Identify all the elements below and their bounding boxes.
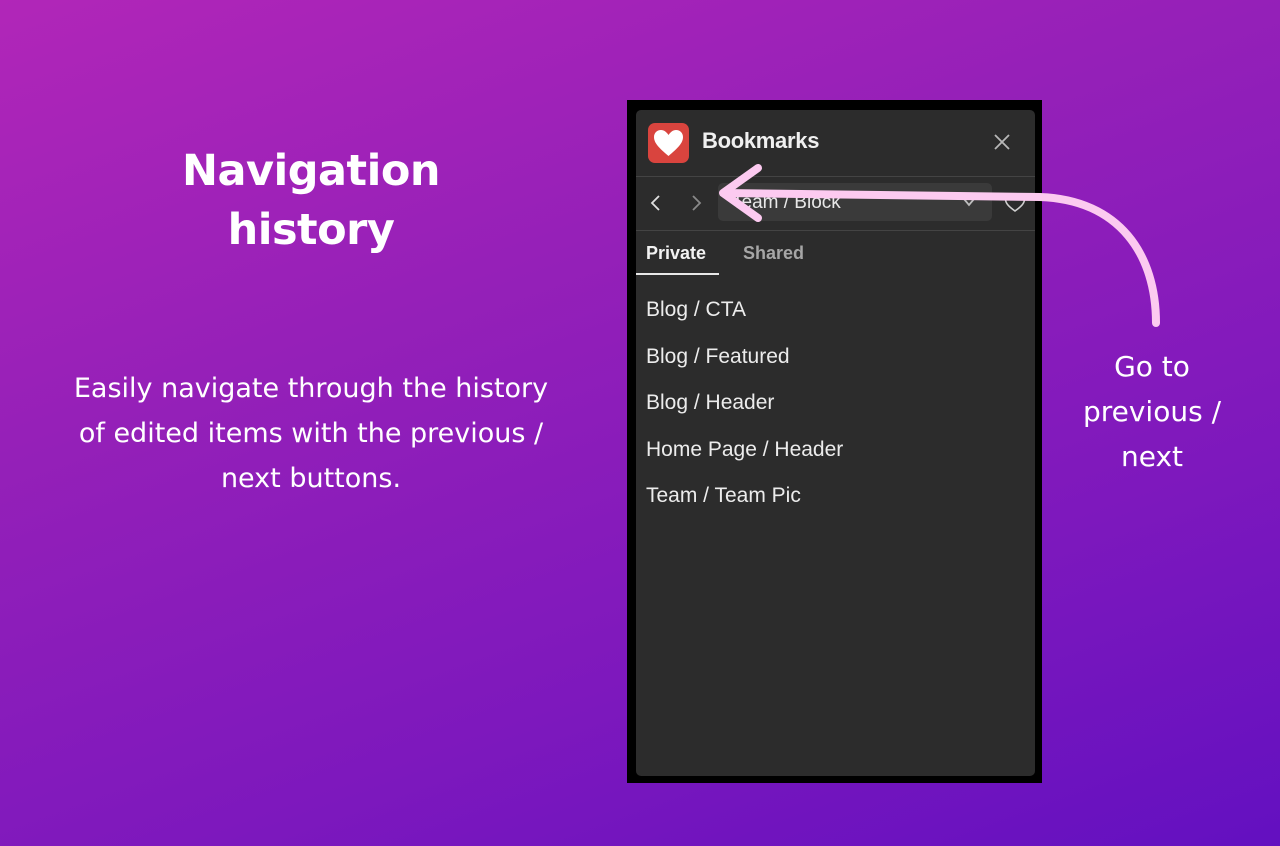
history-navbar: Team / Block <box>636 177 1035 231</box>
list-item[interactable]: Home Page / Header <box>636 430 1035 477</box>
close-button[interactable] <box>992 132 1012 152</box>
bookmark-toggle-button[interactable] <box>1004 193 1026 218</box>
panel-header: Bookmarks <box>636 110 1035 177</box>
annotation-text: Go to previous / next <box>1082 350 1222 473</box>
list-item[interactable]: Blog / Header <box>636 383 1035 430</box>
history-select-value: Team / Block <box>732 192 841 213</box>
list-item[interactable]: Team / Team Pic <box>636 476 1035 523</box>
list-item[interactable]: Blog / CTA <box>636 290 1035 337</box>
bookmarks-panel: Bookmarks Team / Block Private Shared Bl… <box>636 110 1035 776</box>
previous-button[interactable] <box>646 193 666 213</box>
tab-bar: Private Shared <box>636 231 1035 277</box>
chevron-left-icon <box>650 195 660 211</box>
list-item[interactable]: Blog / Featured <box>636 337 1035 384</box>
tab-shared[interactable]: Shared <box>743 243 804 264</box>
heart-outline-icon <box>1004 193 1026 212</box>
tab-private[interactable]: Private <box>646 243 706 264</box>
plugin-window: Bookmarks Team / Block Private Shared Bl… <box>627 100 1042 783</box>
heart-icon <box>654 130 683 156</box>
bookmark-list: Blog / CTA Blog / Featured Blog / Header… <box>636 290 1035 523</box>
chevron-right-icon <box>692 195 702 211</box>
page-description: Easily navigate through the history of e… <box>73 373 549 494</box>
active-tab-indicator <box>636 273 719 275</box>
history-select[interactable]: Team / Block <box>718 183 992 221</box>
next-button[interactable] <box>686 193 706 213</box>
app-logo <box>648 123 689 163</box>
chevron-down-icon <box>963 198 975 207</box>
page-title: Navigation history <box>181 146 441 255</box>
app-title: Bookmarks <box>702 128 820 153</box>
close-icon <box>994 134 1010 150</box>
